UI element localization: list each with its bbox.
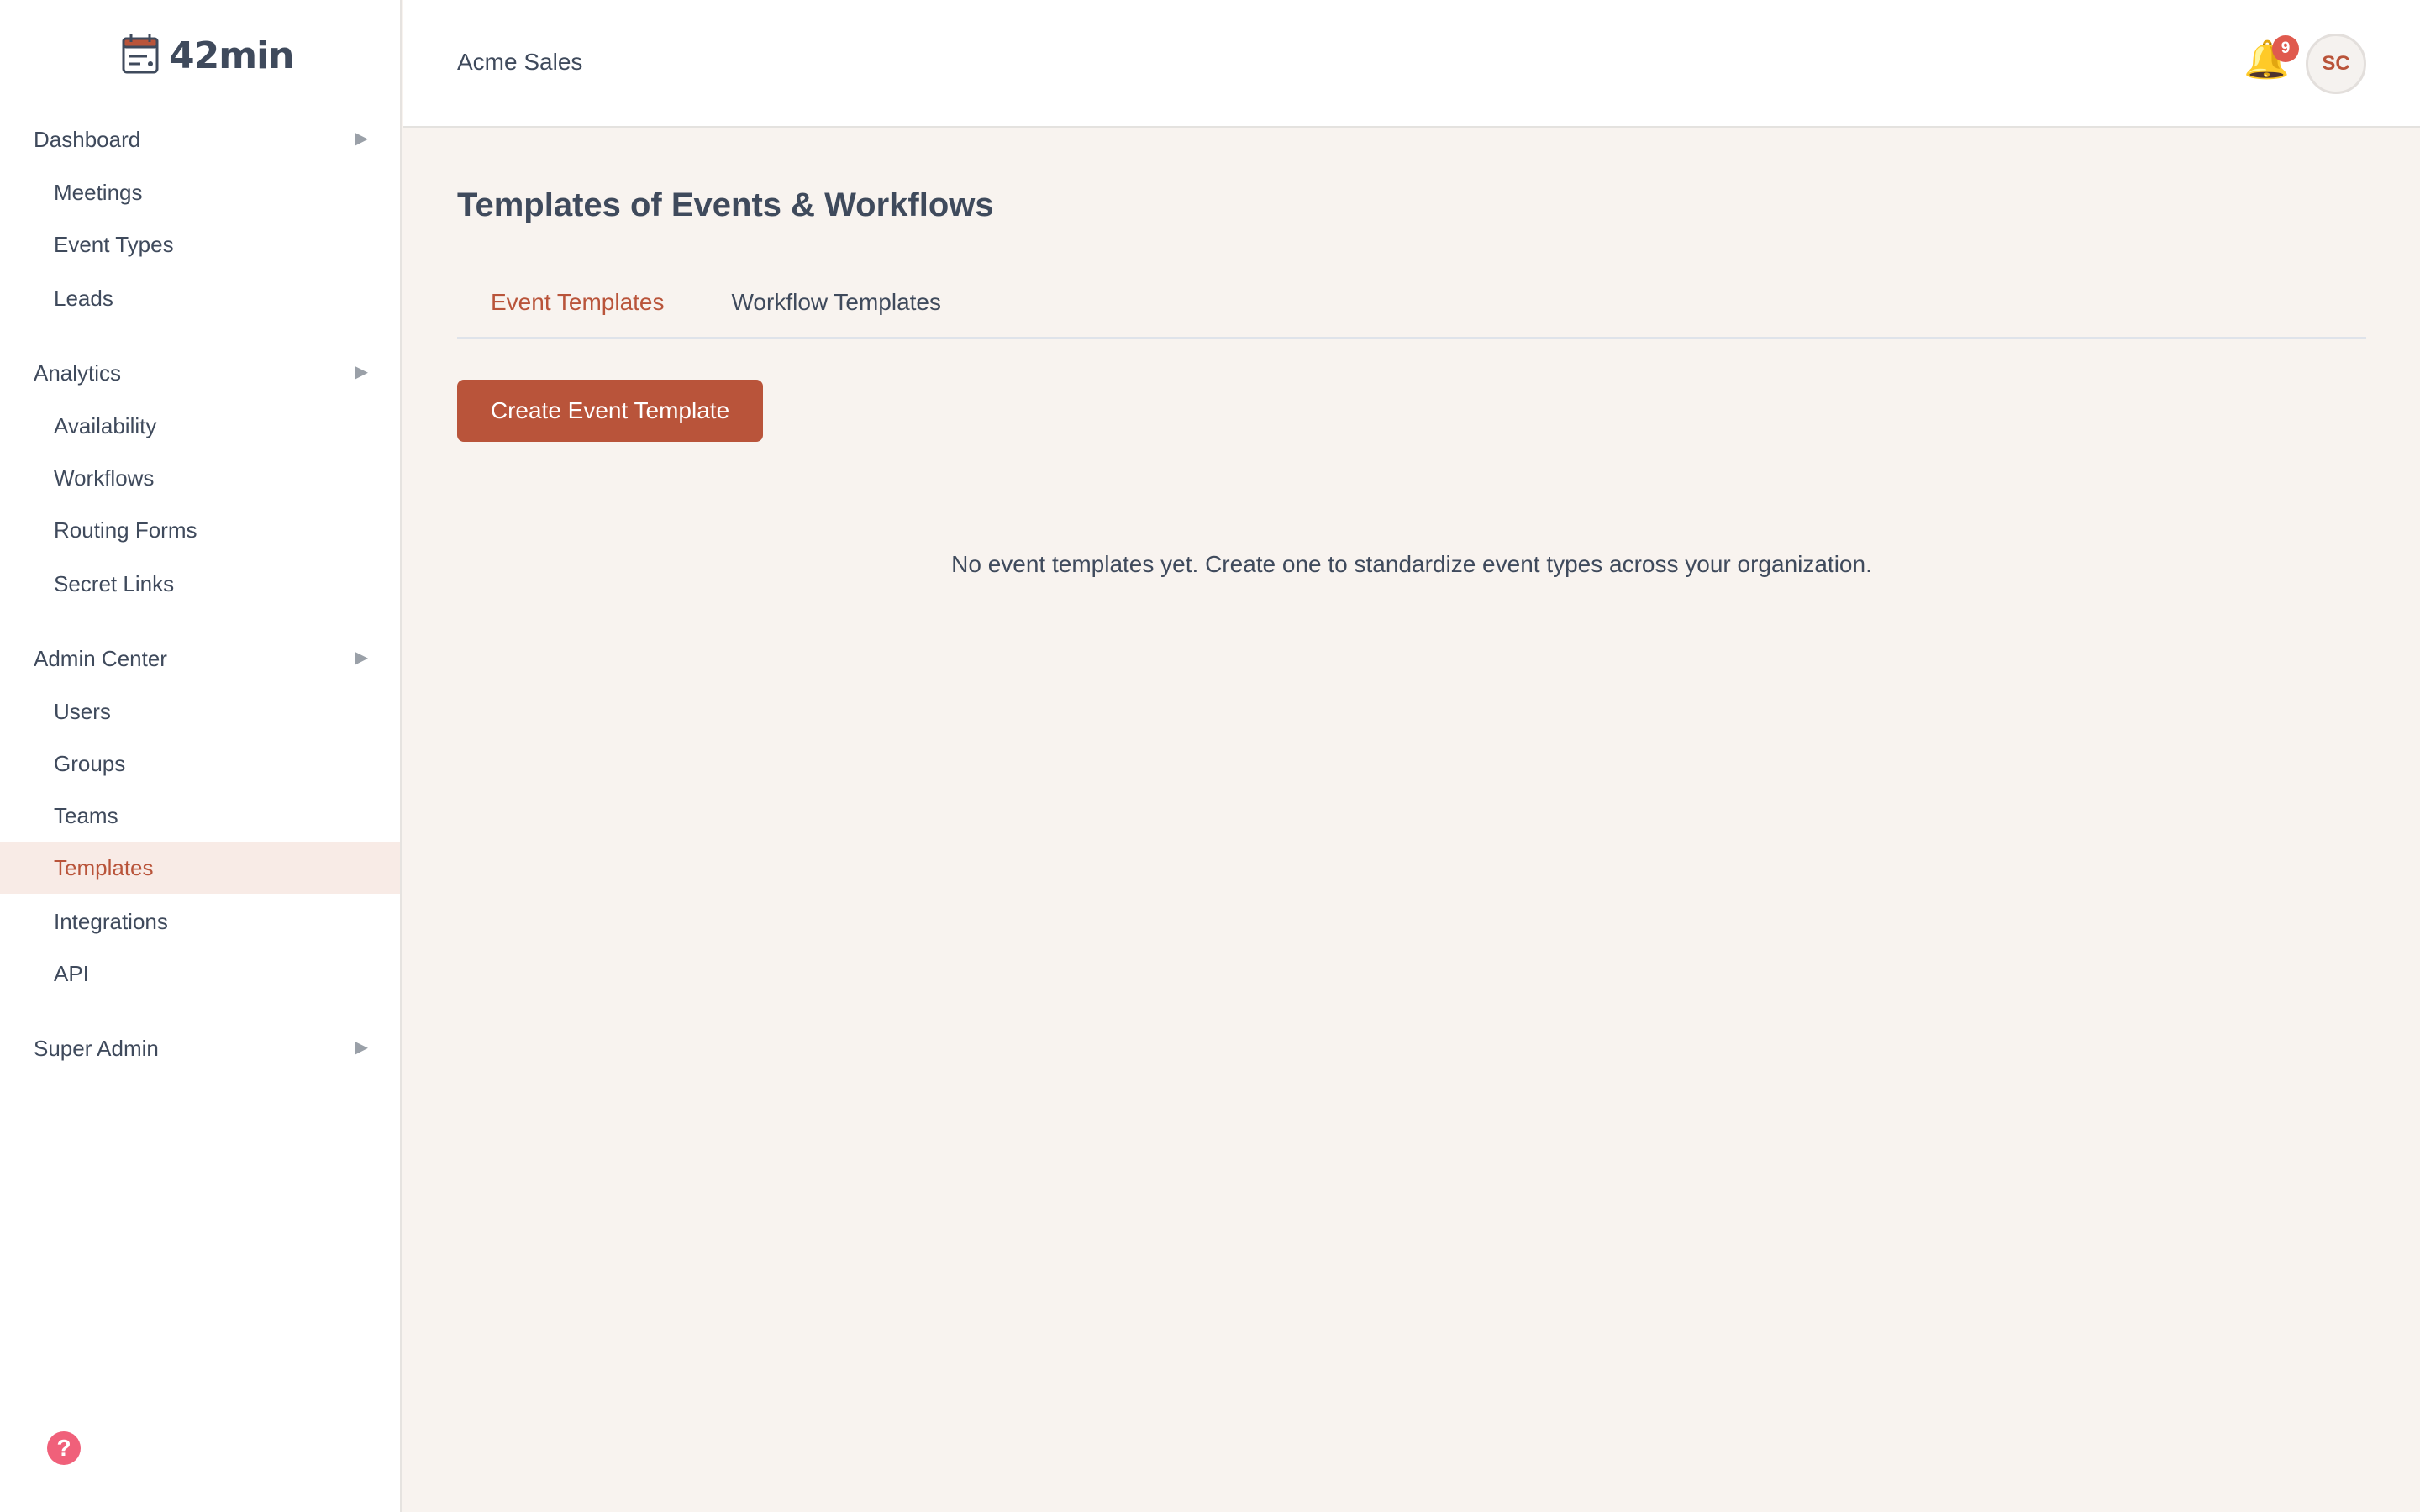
sidebar-section-admin-center[interactable]: Admin Center ▶ bbox=[0, 635, 402, 682]
expand-arrow-icon: ▶ bbox=[355, 363, 368, 381]
tab-bar: Event Templates Workflow Templates bbox=[457, 274, 2366, 339]
calendar-icon bbox=[122, 34, 159, 78]
top-header: Acme Sales 🔔 9 SC bbox=[403, 0, 2420, 128]
create-event-template-button[interactable]: Create Event Template bbox=[457, 380, 763, 442]
logo[interactable]: 42min bbox=[122, 32, 294, 79]
sidebar-item-label: Teams bbox=[54, 802, 118, 828]
sidebar-item-integrations[interactable]: Integrations bbox=[0, 895, 400, 948]
sidebar-item-groups[interactable]: Groups bbox=[0, 738, 400, 790]
sidebar-item-leads[interactable]: Leads bbox=[0, 272, 400, 324]
sidebar-section-analytics[interactable]: Analytics ▶ bbox=[0, 349, 402, 396]
sidebar-item-label: Meetings bbox=[54, 179, 143, 205]
sidebar: 42min Dashboard ▶ Meetings Event Types L… bbox=[0, 0, 402, 1512]
sidebar-section-label: Admin Center bbox=[34, 645, 167, 671]
empty-state-message: No event templates yet. Create one to st… bbox=[951, 551, 1872, 577]
sidebar-section-super-admin[interactable]: Super Admin ▶ bbox=[0, 1025, 402, 1072]
logo-text: 42min bbox=[169, 34, 294, 77]
sidebar-item-label: Event Types bbox=[54, 231, 174, 257]
sidebar-item-routing-forms[interactable]: Routing Forms bbox=[0, 504, 400, 556]
sidebar-item-api[interactable]: API bbox=[0, 948, 400, 1000]
sidebar-item-event-types[interactable]: Event Types bbox=[0, 218, 400, 270]
sidebar-section-label: Dashboard bbox=[34, 126, 141, 152]
sidebar-item-label: Groups bbox=[54, 750, 126, 776]
sidebar-item-meetings[interactable]: Meetings bbox=[0, 166, 400, 218]
sidebar-item-secret-links[interactable]: Secret Links bbox=[0, 558, 400, 610]
sidebar-item-templates[interactable]: Templates bbox=[0, 842, 400, 894]
question-circle-icon[interactable]: ? bbox=[47, 1431, 81, 1465]
sidebar-item-label: Integrations bbox=[54, 908, 168, 934]
tab-workflow-templates[interactable]: Workflow Templates bbox=[698, 274, 976, 338]
sidebar-item-workflows[interactable]: Workflows bbox=[0, 452, 400, 504]
organization-name[interactable]: Acme Sales bbox=[457, 49, 582, 76]
expand-arrow-icon: ▶ bbox=[355, 1038, 368, 1057]
sidebar-item-label: Templates bbox=[54, 854, 154, 880]
expand-arrow-icon: ▶ bbox=[355, 648, 368, 667]
sidebar-item-users[interactable]: Users bbox=[0, 685, 400, 738]
tab-event-templates[interactable]: Event Templates bbox=[457, 274, 698, 338]
app-root: 42min Dashboard ▶ Meetings Event Types L… bbox=[0, 0, 2420, 1512]
sidebar-item-teams[interactable]: Teams bbox=[0, 790, 400, 842]
sidebar-item-label: Availability bbox=[54, 412, 157, 438]
avatar[interactable]: SC bbox=[2306, 34, 2366, 94]
expand-arrow-icon: ▶ bbox=[355, 129, 368, 148]
sidebar-item-label: Leads bbox=[54, 285, 113, 311]
sidebar-section-label: Super Admin bbox=[34, 1035, 159, 1061]
sidebar-item-label: Secret Links bbox=[54, 570, 175, 596]
sidebar-item-label: API bbox=[54, 960, 89, 986]
sidebar-item-label: Users bbox=[54, 698, 111, 724]
sidebar-item-availability[interactable]: Availability bbox=[0, 400, 400, 452]
sidebar-item-label: Workflows bbox=[54, 465, 155, 491]
sidebar-section-dashboard[interactable]: Dashboard ▶ bbox=[0, 116, 402, 163]
sidebar-section-label: Analytics bbox=[34, 360, 122, 386]
notification-badge: 9 bbox=[2272, 35, 2299, 62]
sidebar-item-label: Routing Forms bbox=[54, 517, 197, 543]
page-title: Templates of Events & Workflows bbox=[457, 186, 994, 223]
